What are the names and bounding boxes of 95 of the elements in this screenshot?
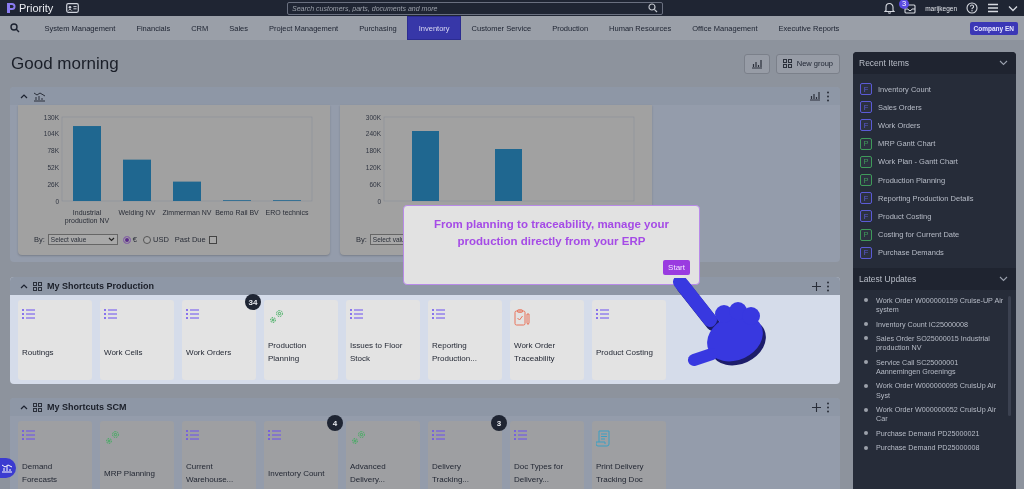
help-icon[interactable] bbox=[966, 2, 978, 14]
document-icon bbox=[596, 430, 611, 447]
chart-icon[interactable] bbox=[809, 91, 821, 101]
shortcut-tile[interactable]: Work Order Traceability bbox=[510, 300, 584, 380]
tile-label: MRP Planning bbox=[104, 467, 156, 480]
count-badge: 3 bbox=[491, 415, 507, 431]
collapse-icon[interactable] bbox=[20, 404, 28, 410]
bullet-dot bbox=[864, 383, 868, 388]
search-icon[interactable] bbox=[648, 3, 658, 13]
tile-label: Work Orders bbox=[186, 346, 233, 359]
checkbox[interactable] bbox=[208, 235, 217, 244]
section-title: My Shortcuts Production bbox=[47, 281, 154, 291]
caret-icon bbox=[107, 237, 115, 242]
bullet-dot bbox=[864, 360, 868, 365]
chart-icon bbox=[33, 90, 46, 102]
radio-button[interactable] bbox=[143, 235, 151, 244]
tile-label: Print Delivery Tracking Doc bbox=[596, 461, 645, 486]
shortcut-tile[interactable]: Work Cells bbox=[100, 300, 174, 380]
more-icon[interactable] bbox=[826, 90, 830, 102]
caret-icon[interactable] bbox=[999, 60, 1008, 66]
shortcut-tile[interactable]: Routings bbox=[18, 300, 92, 380]
id-card-icon[interactable] bbox=[66, 3, 80, 13]
start-button[interactable]: Start bbox=[663, 260, 690, 275]
gears-icon bbox=[104, 430, 121, 446]
shortcut-tile[interactable]: Issues to Floor Stock bbox=[346, 300, 420, 380]
list-icon bbox=[22, 309, 35, 319]
bullet-dot bbox=[864, 407, 868, 412]
tile-label: Routings bbox=[22, 346, 55, 359]
bell-icon[interactable] bbox=[884, 2, 896, 14]
shortcut-tile[interactable]: Demand Forecasts bbox=[18, 421, 92, 489]
bar bbox=[123, 159, 151, 201]
tile-label: Issues to Floor Stock bbox=[350, 340, 404, 365]
caret-icon[interactable] bbox=[1008, 4, 1018, 12]
list-icon bbox=[268, 430, 281, 440]
list-icon bbox=[104, 309, 117, 319]
grid-icon bbox=[33, 281, 42, 291]
tile-label: Inventory Count bbox=[268, 467, 326, 480]
tile-label: Production Planning bbox=[268, 340, 308, 365]
chart-button[interactable] bbox=[743, 53, 770, 74]
tile-label: Demand Forecasts bbox=[22, 461, 59, 486]
shortcut-tile[interactable]: Current Warehouse... bbox=[182, 421, 256, 489]
bar bbox=[173, 181, 201, 201]
list-icon bbox=[432, 309, 445, 319]
shortcut-tile[interactable]: Production Planning bbox=[264, 300, 338, 380]
bullet-dot bbox=[864, 431, 868, 436]
list-icon bbox=[22, 430, 35, 440]
greeting-heading: Good morning bbox=[11, 53, 119, 74]
shortcut-tile[interactable]: Advanced Delivery... bbox=[346, 421, 420, 489]
collapse-icon[interactable] bbox=[20, 283, 28, 289]
shortcut-tile[interactable]: Product Costing bbox=[592, 300, 666, 380]
tile-label: Doc Types for Delivery... bbox=[514, 461, 565, 486]
tile-label: Product Costing bbox=[596, 346, 654, 359]
list-icon bbox=[596, 309, 609, 319]
bullet-dot bbox=[864, 445, 868, 450]
gears-icon bbox=[350, 430, 367, 446]
clipboard-icon bbox=[514, 309, 530, 326]
section-title: Latest Updates bbox=[859, 273, 917, 284]
bullet-dot bbox=[864, 336, 868, 341]
chart-icon bbox=[750, 58, 763, 69]
count-badge: 4 bbox=[327, 415, 343, 431]
grid-icon bbox=[33, 402, 42, 412]
more-icon[interactable] bbox=[826, 401, 830, 413]
list-icon bbox=[350, 309, 363, 319]
list-icon bbox=[514, 430, 527, 440]
tile-label: Current Warehouse... bbox=[186, 461, 235, 486]
tile-label: Delivery Tracking... bbox=[432, 461, 471, 486]
inbox-icon[interactable] bbox=[904, 2, 917, 14]
bullet-dot bbox=[864, 298, 868, 303]
grid-icon bbox=[782, 59, 792, 68]
tile-label: Advanced Delivery... bbox=[350, 461, 387, 486]
more-icon[interactable] bbox=[826, 280, 830, 292]
tile-label: Work Order Traceability bbox=[514, 340, 557, 365]
tile-label: Reporting Production... bbox=[432, 340, 478, 365]
tile-label: Work Cells bbox=[104, 346, 144, 359]
list-icon bbox=[186, 309, 199, 319]
shortcut-tile[interactable]: MRP Planning bbox=[100, 421, 174, 489]
menu-icon[interactable] bbox=[987, 3, 999, 13]
shortcut-tile[interactable]: Print Delivery Tracking Doc bbox=[592, 421, 666, 489]
logo-text: Priority bbox=[19, 2, 54, 14]
list-icon bbox=[186, 430, 199, 440]
caret-icon[interactable] bbox=[999, 275, 1008, 282]
section-title: Recent Items bbox=[859, 58, 910, 68]
tour-message: From planning to traceability, manage your production directly from your ERP bbox=[433, 217, 670, 250]
count-badge: 34 bbox=[245, 294, 261, 310]
shortcut-tile[interactable]: Reporting Production... bbox=[428, 300, 502, 380]
add-icon[interactable] bbox=[812, 402, 821, 412]
gears-icon bbox=[268, 309, 285, 325]
shortcut-tile[interactable]: Doc Types for Delivery... bbox=[510, 421, 584, 489]
bullet-dot bbox=[864, 322, 868, 327]
add-icon[interactable] bbox=[812, 281, 821, 291]
section-title: My Shortcuts SCM bbox=[47, 402, 127, 412]
radio-button[interactable] bbox=[122, 235, 131, 244]
collapse-icon[interactable] bbox=[20, 93, 28, 99]
list-icon bbox=[432, 430, 445, 440]
search-icon[interactable] bbox=[10, 23, 20, 33]
